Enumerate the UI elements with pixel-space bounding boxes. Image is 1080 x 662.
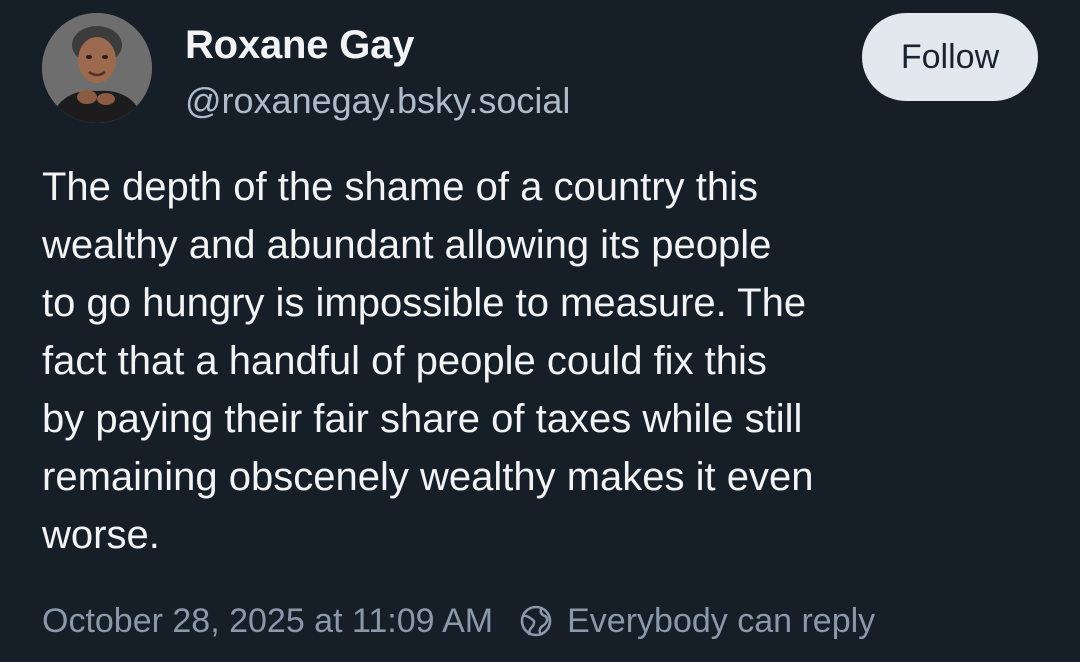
post-meta: October 28, 2025 at 11:09 AM Everybody c… bbox=[42, 596, 875, 646]
post-card: Roxane Gay @roxanegay.bsky.social Follow… bbox=[0, 0, 1080, 662]
author-display-name[interactable]: Roxane Gay bbox=[185, 18, 570, 72]
author-info: Roxane Gay @roxanegay.bsky.social bbox=[185, 18, 570, 126]
reply-setting: Everybody can reply bbox=[567, 601, 876, 640]
avatar[interactable] bbox=[42, 13, 152, 123]
post-timestamp[interactable]: October 28, 2025 at 11:09 AM bbox=[42, 602, 493, 641]
follow-button[interactable]: Follow bbox=[862, 13, 1038, 101]
avatar-image bbox=[42, 13, 152, 123]
author-handle[interactable]: @roxanegay.bsky.social bbox=[185, 76, 570, 126]
globe-icon bbox=[519, 604, 553, 638]
post-text: The depth of the shame of a country this… bbox=[42, 165, 814, 557]
